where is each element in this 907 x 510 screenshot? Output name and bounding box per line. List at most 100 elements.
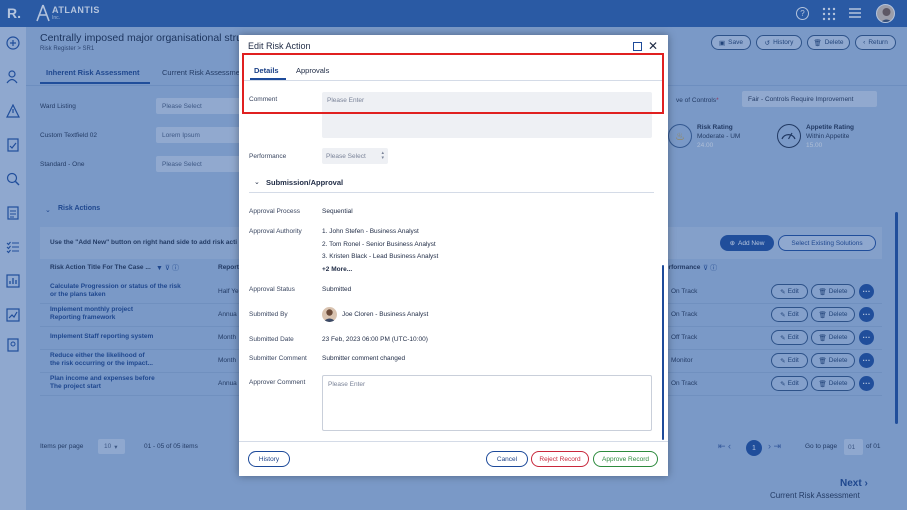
row-edit-button[interactable]: ✎ Edit xyxy=(771,307,808,322)
col-title-header[interactable]: Risk Action Title For The Case ... xyxy=(50,264,151,271)
cancel-button[interactable]: Cancel xyxy=(486,451,528,467)
edit-icon: ✎ xyxy=(780,334,786,342)
approval-process-value: Sequential xyxy=(322,208,353,215)
checklist-icon[interactable] xyxy=(5,239,21,255)
more-options-icon[interactable]: ··· xyxy=(859,330,874,345)
return-button[interactable]: ‹ Return xyxy=(855,35,896,50)
add-circle-icon[interactable] xyxy=(5,35,21,51)
chevron-right-icon: › xyxy=(864,478,868,489)
page-scrollbar[interactable] xyxy=(895,212,898,424)
dropdown-caret-icon: ▾ xyxy=(114,443,118,451)
risk-action-title-link[interactable]: Calculate Progression or status of the r… xyxy=(50,283,181,299)
appetite-title: Appetite Rating xyxy=(806,124,855,131)
brand-sub: Inc. xyxy=(52,15,61,21)
row-edit-button[interactable]: ✎ Edit xyxy=(771,330,808,345)
breadcrumb[interactable]: Risk Register > SR1 xyxy=(40,46,94,52)
custom-textfield-input[interactable]: Lorem Ipsum xyxy=(156,127,241,143)
more-options-icon[interactable]: ··· xyxy=(859,353,874,368)
row-delete-button[interactable]: 🗑 Delete xyxy=(811,330,855,345)
warning-icon[interactable] xyxy=(5,103,21,119)
risk-actions-title[interactable]: Risk Actions xyxy=(58,205,100,212)
row-delete-button[interactable]: 🗑 Delete xyxy=(811,353,855,368)
current-page[interactable]: 1 xyxy=(746,440,762,456)
go-to-page-label: Go to page xyxy=(805,443,838,450)
more-options-icon[interactable]: ··· xyxy=(859,376,874,391)
history-button[interactable]: ↺ History xyxy=(756,35,802,50)
performance-status: On Track xyxy=(671,288,698,295)
notes-icon[interactable] xyxy=(5,337,21,353)
col-report-header[interactable]: Report xyxy=(218,264,239,271)
risk-action-title-link[interactable]: Implement monthly project Reporting frame… xyxy=(50,306,133,322)
submitter-avatar xyxy=(322,307,337,322)
menu-icon[interactable] xyxy=(848,7,862,19)
items-per-page-select[interactable]: 10 ▾ xyxy=(98,439,125,454)
tab-inherent-risk[interactable]: Inherent Risk Assessment xyxy=(46,68,140,77)
approval-status-label: Approval Status xyxy=(249,286,295,293)
save-button[interactable]: ▣ Save xyxy=(711,35,751,50)
trend-icon[interactable] xyxy=(5,307,21,323)
approver-comment-textarea[interactable]: Please Enter xyxy=(322,375,652,431)
row-delete-button[interactable]: 🗑 Delete xyxy=(811,376,855,391)
standard-one-select[interactable]: Please Select xyxy=(156,156,241,172)
approve-record-button[interactable]: Approve Record xyxy=(593,451,658,467)
sort-filter-icon[interactable]: ▼ ⊽ ⓘ xyxy=(156,263,179,273)
col-performance-header[interactable]: erformance xyxy=(665,264,700,271)
more-options-icon[interactable]: ··· xyxy=(859,284,874,299)
document-check-icon[interactable] xyxy=(5,137,21,153)
modal-history-button[interactable]: History xyxy=(248,451,290,467)
user-settings-icon[interactable] xyxy=(5,69,21,85)
controls-select[interactable]: Fair - Controls Require Improvement xyxy=(742,91,877,107)
first-page-icon[interactable]: ⇤ ‹ xyxy=(718,441,731,452)
chart-icon[interactable] xyxy=(5,273,21,289)
apps-grid-icon[interactable] xyxy=(822,7,836,21)
row-edit-button[interactable]: ✎ Edit xyxy=(771,353,808,368)
performance-select[interactable]: Please Select ▴ ▾ xyxy=(322,148,388,164)
add-new-button[interactable]: ⊕ Add New xyxy=(720,235,774,251)
more-authorities-link[interactable]: +2 More... xyxy=(322,266,352,273)
risk-action-title-link[interactable]: Reduce either the likelihood of the risk … xyxy=(50,352,153,368)
performance-filter-icon[interactable]: ⊽ ⓘ xyxy=(703,263,717,273)
report-icon[interactable] xyxy=(5,205,21,221)
more-options-icon[interactable]: ··· xyxy=(859,307,874,322)
risk-rating-value: Moderate - UM xyxy=(697,133,741,140)
save-icon: ▣ xyxy=(719,39,726,47)
reject-record-button[interactable]: Reject Record xyxy=(531,451,589,467)
section-chevron-icon[interactable]: ⌄ xyxy=(254,178,260,186)
risk-rating-score: 24.00 xyxy=(697,142,714,149)
risk-action-title-link[interactable]: Implement Staff reporting system xyxy=(50,333,153,341)
tab-current-risk[interactable]: Current Risk Assessmen xyxy=(162,68,244,77)
risk-action-title-link[interactable]: Plan income and expenses before The proje… xyxy=(50,375,155,391)
approval-authority-label: Approval Authority xyxy=(249,228,302,235)
row-edit-button[interactable]: ✎ Edit xyxy=(771,376,808,391)
edit-icon: ✎ xyxy=(780,288,786,296)
go-to-page-input[interactable]: 01 xyxy=(844,439,863,455)
modal-footer-divider xyxy=(239,441,668,442)
app-logo[interactable]: R. xyxy=(7,5,21,21)
ward-listing-select[interactable]: Please Select xyxy=(156,98,241,114)
submitter-comment-value: Submitter comment changed xyxy=(322,355,406,362)
expand-icon[interactable] xyxy=(633,42,642,51)
row-edit-button[interactable]: ✎ Edit xyxy=(771,284,808,299)
user-avatar[interactable] xyxy=(876,4,895,23)
row-delete-button[interactable]: 🗑 Delete xyxy=(811,307,855,322)
brand-name: ATLANTIS xyxy=(52,5,100,15)
modal-scrollbar[interactable] xyxy=(662,265,664,440)
performance-status: Off Track xyxy=(671,334,698,341)
total-pages: of 01 xyxy=(866,443,881,450)
next-button[interactable]: Next › xyxy=(840,478,868,489)
risk-actions-chevron-icon[interactable]: ⌄ xyxy=(45,206,51,214)
next-sub-label: Current Risk Assessment xyxy=(770,491,860,500)
last-page-icon[interactable]: › ⇥ xyxy=(768,441,781,452)
search-audit-icon[interactable] xyxy=(5,171,21,187)
report-frequency: Annua xyxy=(218,311,237,318)
delete-button[interactable]: 🗑 Delete xyxy=(807,35,850,50)
close-icon[interactable]: ✕ xyxy=(648,39,658,53)
performance-label: Performance xyxy=(249,153,287,160)
stepper-icon: ▴ ▾ xyxy=(381,150,384,161)
help-icon[interactable]: ? xyxy=(796,7,809,20)
submitter-comment-label: Submitter Comment xyxy=(249,355,307,362)
appetite-value: Within Appetite xyxy=(806,133,850,140)
row-delete-button[interactable]: 🗑 Delete xyxy=(811,284,855,299)
select-existing-button[interactable]: Select Existing Solutions xyxy=(778,235,876,251)
submission-section-title[interactable]: Submission/Approval xyxy=(266,178,343,187)
